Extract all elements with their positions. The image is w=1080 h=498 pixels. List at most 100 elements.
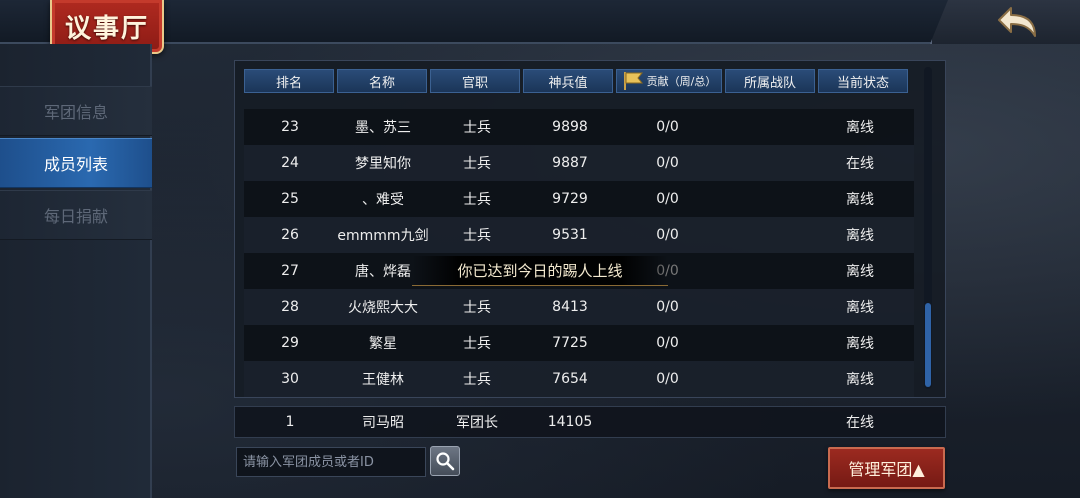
- contribution-cell: 0/0: [656, 119, 679, 135]
- contribution-cell: 0/0: [656, 335, 679, 351]
- rank-cell: 30: [281, 371, 299, 387]
- contribution-cell: 0/0: [656, 371, 679, 387]
- status-cell: 离线: [846, 372, 874, 388]
- name-cell: 司马昭: [362, 415, 404, 431]
- power-cell: 7725: [552, 335, 588, 351]
- table-row[interactable]: 26 emmmm九剑 士兵 9531 0/0 离线: [244, 217, 914, 253]
- rank-cell: 25: [281, 191, 299, 207]
- name-cell: 墨、苏三: [355, 120, 411, 136]
- team-cell: [719, 407, 812, 437]
- contribution-cell: 0/0: [656, 191, 679, 207]
- member-search-input[interactable]: [236, 447, 426, 477]
- column-header-name[interactable]: 名称: [337, 69, 427, 93]
- title-cell: 军团长: [456, 415, 498, 431]
- column-header-team[interactable]: 所属战队: [725, 69, 815, 93]
- name-cell: 王健林: [362, 372, 404, 388]
- contribution-cell: 0/0: [656, 227, 679, 243]
- column-header-contribution[interactable]: 贡献（周/总）: [616, 69, 722, 93]
- sidebar-item-daily-donation[interactable]: 每日捐献: [0, 190, 152, 240]
- column-header-status[interactable]: 当前状态: [818, 69, 908, 93]
- team-cell: [719, 109, 812, 145]
- status-cell: 离线: [846, 228, 874, 244]
- team-cell: [719, 361, 812, 397]
- table-row[interactable]: 30 王健林 士兵 7654 0/0 离线: [244, 361, 914, 397]
- search-button[interactable]: [430, 446, 460, 476]
- team-cell: [719, 217, 812, 253]
- sidebar-item-label: 军团信息: [43, 103, 108, 122]
- sidebar: 军团信息 成员列表 每日捐献: [0, 44, 152, 498]
- status-cell: 离线: [846, 336, 874, 352]
- status-cell: 在线: [846, 156, 874, 172]
- status-cell: 离线: [846, 300, 874, 316]
- self-member-row[interactable]: 1 司马昭 军团长 14105 在线: [234, 406, 946, 438]
- title-cell: 士兵: [463, 300, 491, 316]
- title-cell: 士兵: [463, 372, 491, 388]
- rank-cell: 26: [281, 227, 299, 243]
- member-list: 23 墨、苏三 士兵 9898 0/0 离线 24 梦里知你 士兵 9887 0…: [244, 109, 914, 397]
- name-cell: emmmm九剑: [337, 228, 429, 244]
- column-header-rank[interactable]: 排名: [244, 69, 334, 93]
- contribution-cell: 0/0: [656, 155, 679, 171]
- column-header-label: 排名: [275, 75, 302, 91]
- name-cell: 、难受: [362, 192, 404, 208]
- team-cell: [719, 253, 812, 289]
- name-cell: 繁星: [369, 336, 397, 352]
- rank-cell: 27: [281, 263, 299, 279]
- status-cell: 在线: [846, 415, 874, 431]
- search-icon: [436, 452, 455, 471]
- name-cell: 火烧熙大大: [348, 300, 418, 316]
- table-row[interactable]: 28 火烧熙大大 士兵 8413 0/0 离线: [244, 289, 914, 325]
- power-cell: 8413: [552, 299, 588, 315]
- column-header-title[interactable]: 官职: [430, 69, 520, 93]
- column-header-label: 所属战队: [743, 75, 796, 91]
- flag-icon: [623, 72, 643, 90]
- back-arrow-icon: [998, 7, 1036, 37]
- status-cell: 离线: [846, 120, 874, 136]
- team-cell: [719, 289, 812, 325]
- power-cell: 9898: [552, 119, 588, 135]
- title-cell: 士兵: [463, 192, 491, 208]
- sidebar-item-member-list[interactable]: 成员列表: [0, 138, 152, 188]
- power-cell: 9887: [552, 155, 588, 171]
- power-cell: 9531: [552, 227, 588, 243]
- power-cell: 9729: [552, 191, 588, 207]
- title-cell: 士兵: [463, 120, 491, 136]
- team-cell: [719, 325, 812, 361]
- contribution-cell: [616, 407, 719, 437]
- sidebar-item-legion-info[interactable]: 军团信息: [0, 86, 152, 136]
- column-header-label: 名称: [368, 75, 395, 91]
- rank-cell: 23: [281, 119, 299, 135]
- rank-cell: 1: [285, 414, 295, 430]
- name-cell: 梦里知你: [355, 156, 411, 172]
- team-cell: [719, 145, 812, 181]
- column-header-label: 神兵值: [548, 75, 588, 91]
- column-header-power[interactable]: 神兵值: [523, 69, 613, 93]
- rank-cell: 29: [281, 335, 299, 351]
- title-cell: 士兵: [463, 156, 491, 172]
- back-button[interactable]: [990, 2, 1050, 42]
- column-header-label: 官职: [461, 75, 488, 91]
- sidebar-item-label: 成员列表: [43, 155, 108, 174]
- member-table-panel: 排名 名称 官职 神兵值 贡献（周/总） 所属战队 当前状态 23 墨、苏三 士…: [234, 60, 946, 398]
- scrollbar-thumb[interactable]: [925, 303, 931, 387]
- table-row[interactable]: 29 繁星 士兵 7725 0/0 离线: [244, 325, 914, 361]
- table-header: 排名 名称 官职 神兵值 贡献（周/总） 所属战队 当前状态: [244, 69, 908, 93]
- scrollbar[interactable]: [924, 67, 932, 389]
- power-cell: 14105: [547, 414, 593, 430]
- page-title: 议事厅: [64, 13, 149, 44]
- power-cell: 7654: [552, 371, 588, 387]
- status-cell: 离线: [846, 192, 874, 208]
- rank-cell: 24: [281, 155, 299, 171]
- rank-cell: 28: [281, 299, 299, 315]
- table-row[interactable]: 24 梦里知你 士兵 9887 0/0 在线: [244, 145, 914, 181]
- status-cell: 离线: [846, 264, 874, 280]
- table-row[interactable]: 25 、难受 士兵 9729 0/0 离线: [244, 181, 914, 217]
- contribution-cell: 0/0: [656, 299, 679, 315]
- team-cell: [719, 181, 812, 217]
- column-header-label: 当前状态: [836, 75, 889, 91]
- manage-legion-button[interactable]: 管理军团▲: [828, 447, 945, 489]
- manage-legion-label: 管理军团▲: [848, 460, 925, 479]
- title-cell: 士兵: [463, 228, 491, 244]
- sidebar-item-label: 每日捐献: [43, 207, 108, 226]
- table-row[interactable]: 23 墨、苏三 士兵 9898 0/0 离线: [244, 109, 914, 145]
